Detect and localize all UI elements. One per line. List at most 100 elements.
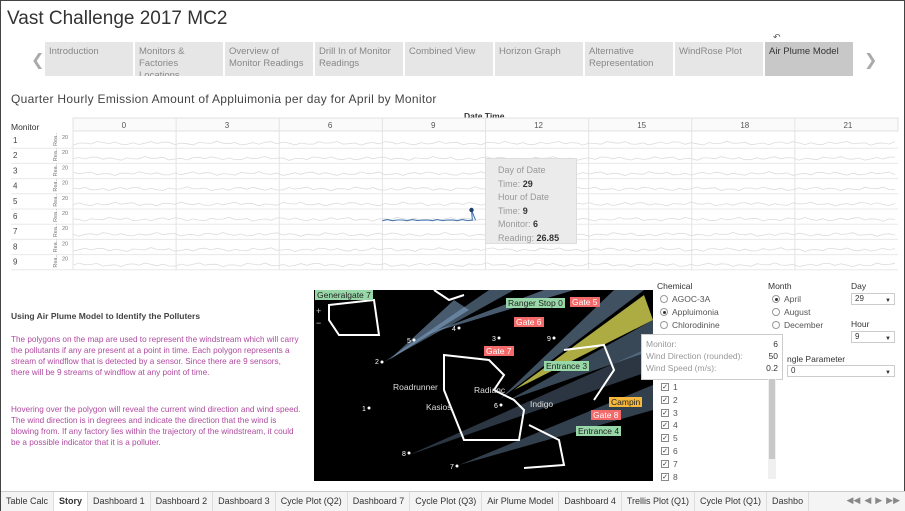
monitor-check-row[interactable]: ✓ 5 (661, 433, 678, 443)
chevron-right-icon[interactable]: ❯ (864, 50, 877, 70)
scrollbar-thumb[interactable] (769, 379, 775, 459)
monitor-series-line[interactable] (72, 247, 896, 253)
story-point-tab[interactable]: Horizon Graph (495, 42, 583, 76)
sheet-tab[interactable]: Dashboard 4 (559, 492, 622, 511)
monitor-check-row[interactable]: ✓ 2 (661, 395, 678, 405)
sheet-tab[interactable]: Dashboard 2 (151, 492, 214, 511)
monitor-checklist-scrollbar[interactable] (768, 379, 776, 479)
radio-button[interactable] (772, 308, 780, 316)
radio-button[interactable] (772, 295, 780, 303)
zoom-in-icon[interactable]: + (316, 306, 321, 316)
sheet-tab[interactable]: Dashboard 7 (348, 492, 411, 511)
radio-button[interactable] (660, 321, 668, 329)
chemical-option[interactable]: AGOC-3A (660, 294, 710, 304)
hour-tick-label: 9 (431, 121, 436, 130)
map-tooltip-wind-dir-value: 50 (768, 351, 778, 361)
monitor-check-row[interactable]: ✓ 8 (661, 472, 678, 482)
story-point-tab[interactable]: Air Plume Model (765, 42, 853, 76)
last-sheet-icon[interactable]: ▶▶ (886, 495, 900, 506)
monitor-check-row[interactable]: ✓ 6 (661, 446, 678, 456)
monitor-marker (367, 406, 371, 410)
air-plume-map[interactable]: 1 2 7 4 5 6 8 9 3 Generalgate 7 Ranger S… (314, 290, 653, 481)
checkbox[interactable]: ✓ (661, 434, 669, 443)
monitor-check-row[interactable]: ✓ 7 (661, 459, 678, 469)
monitor-series-line[interactable] (72, 201, 896, 207)
hour-tick-label: 6 (328, 121, 333, 130)
chemical-option[interactable]: Appluimonia (660, 307, 719, 317)
sheet-tab[interactable]: Dashbo (767, 492, 810, 511)
monitor-row-label: 9 (13, 258, 18, 267)
monitor-series-line[interactable] (72, 231, 896, 237)
monitor-row-label: 1 (13, 136, 18, 145)
checkbox[interactable]: ✓ (661, 472, 669, 481)
sheet-tab[interactable]: Trellis Plot (Q1) (622, 492, 696, 511)
monitor-check-row[interactable]: ✓ 4 (661, 420, 678, 430)
monitor-series-line[interactable] (72, 216, 896, 222)
story-point-tab[interactable]: WindRose Plot (675, 42, 763, 76)
sheet-tab[interactable]: Dashboard 3 (213, 492, 276, 511)
month-option[interactable]: December (772, 320, 823, 330)
monitor-marker-label: 5 (407, 338, 411, 345)
highlighted-data-point[interactable] (469, 207, 474, 213)
map-tooltip-wind-dir-label: Wind Direction (rounded): (646, 351, 743, 361)
map-label-roadrunner: Roadrunner (393, 382, 438, 392)
month-option[interactable]: April (772, 294, 801, 304)
angle-parameter-label: ngle Parameter (787, 354, 846, 364)
row-axis-tick: 20 (62, 135, 68, 141)
sheet-tab[interactable]: Cycle Plot (Q1) (695, 492, 768, 511)
monitor-check-row[interactable]: ✓ 3 (661, 408, 678, 418)
monitor-series-line[interactable] (72, 171, 896, 177)
chemical-option[interactable]: Chlorodinine (660, 320, 720, 330)
checkbox[interactable]: ✓ (661, 408, 669, 417)
first-sheet-icon[interactable]: ◀◀ (846, 495, 860, 506)
sheet-tab[interactable]: Dashboard 1 (88, 492, 151, 511)
angle-parameter-value: 0 (791, 366, 796, 375)
sheet-tab[interactable]: Cycle Plot (Q3) (410, 492, 483, 511)
radio-button[interactable] (660, 308, 668, 316)
radio-button[interactable] (660, 295, 668, 303)
prev-sheet-icon[interactable]: ◀ (864, 495, 871, 506)
map-label-ranger-stop: Ranger Stop 0 (506, 298, 565, 308)
monitor-check-label: 1 (673, 382, 678, 392)
monitor-marker-label: 2 (375, 359, 379, 366)
row-axis-label: Rea.. (53, 132, 59, 146)
chart-tooltip: Day of Date Time: 29 Hour of Date Time: … (485, 158, 577, 244)
map-tooltip-wind-speed-label: Wind Speed (m/s): (646, 363, 717, 373)
story-point-tab[interactable]: Alternative Representation (585, 42, 673, 76)
emission-line-chart[interactable]: 0 3 6 9 12 15 18 211 Rea.. 202 Rea.. 203 Rea.. 204 Rea… (1, 117, 905, 277)
monitor-check-label: 2 (673, 394, 678, 405)
highlighted-series-line[interactable] (382, 209, 477, 222)
description-paragraph-2: Hovering over the polygon will reveal th… (11, 405, 301, 447)
sheet-tab[interactable]: Table Calc (1, 492, 55, 511)
sheet-tab[interactable]: Air Plume Model (482, 492, 560, 511)
story-point-tab[interactable]: Drill In of Monitor Readings (315, 42, 403, 76)
month-option[interactable]: August (772, 307, 810, 317)
checkbox[interactable]: ✓ (661, 459, 669, 468)
hour-select[interactable]: 9 ▼ (851, 331, 895, 343)
story-point-tab[interactable]: Monitors & Factories Locations (135, 42, 223, 76)
sheet-tab[interactable]: Cycle Plot (Q2) (276, 492, 348, 511)
monitor-series-line[interactable] (72, 140, 896, 146)
sheet-tab[interactable]: Story (54, 492, 89, 511)
checkbox[interactable]: ✓ (661, 447, 669, 455)
row-axis-tick: 20 (62, 226, 68, 232)
checkbox[interactable]: ✓ (661, 421, 669, 430)
next-sheet-icon[interactable]: ▶ (875, 495, 882, 506)
monitor-series-line[interactable] (72, 262, 896, 268)
story-point-tab[interactable]: Combined View (405, 42, 493, 76)
day-select[interactable]: 29 ▼ (851, 293, 895, 305)
monitor-check-row[interactable]: ✓ 1 (661, 382, 678, 392)
checkbox[interactable]: ✓ (661, 383, 669, 391)
chevron-down-icon: ▼ (885, 298, 891, 304)
angle-parameter-select[interactable]: 0 ▼ (787, 365, 895, 377)
monitor-marker (407, 451, 411, 455)
row-axis-tick: 20 (62, 241, 68, 247)
monitor-series-line[interactable] (72, 186, 896, 192)
monitor-series-line[interactable] (72, 156, 896, 161)
chevron-left-icon[interactable]: ❮ (31, 50, 44, 70)
story-point-tab[interactable]: Overview of Monitor Readings (225, 42, 313, 76)
radio-button[interactable] (772, 321, 780, 329)
checkbox[interactable]: ✓ (661, 395, 669, 404)
zoom-out-icon[interactable]: − (316, 318, 321, 328)
story-point-tab[interactable]: Introduction (45, 42, 133, 76)
